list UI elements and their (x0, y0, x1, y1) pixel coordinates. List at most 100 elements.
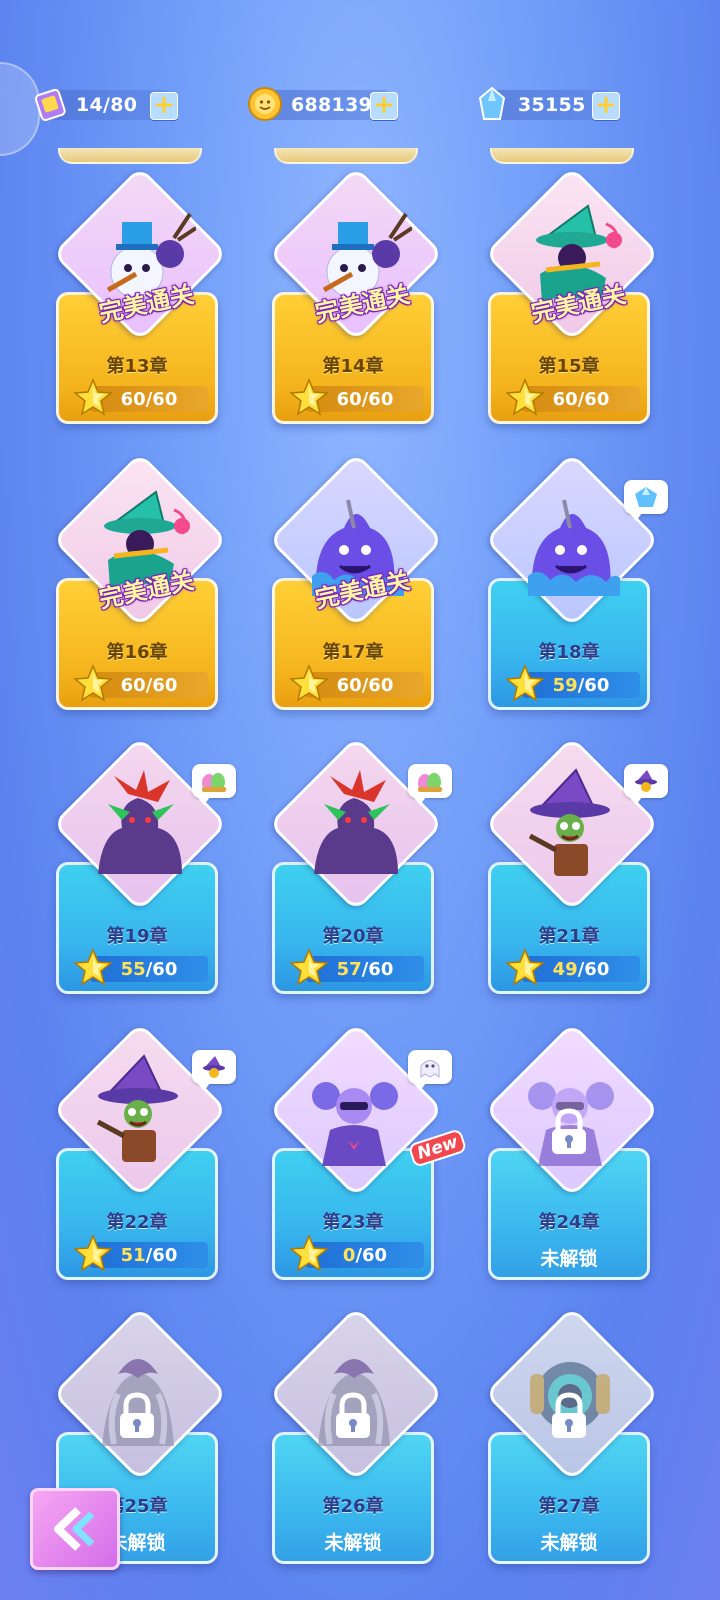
chapter-title: 第26章 (322, 1496, 384, 1517)
chapter-card[interactable]: 第24章未解锁 (484, 1022, 660, 1288)
star-progress: 60/60 (73, 664, 208, 702)
chapter-boss-art (78, 194, 198, 344)
crystal-icon (472, 84, 512, 124)
back-button[interactable] (30, 1488, 120, 1570)
stars-total: /60 (577, 674, 610, 696)
previous-chapter-card[interactable] (490, 148, 634, 164)
chapter-boss-art (78, 1050, 196, 1200)
chapter-title: 第16章 (106, 642, 168, 663)
chapter-card[interactable]: 完美通关 第17章 60/60 (268, 452, 444, 718)
chapter-title: 第22章 (106, 1212, 168, 1233)
stars-earned: 0 (342, 1244, 356, 1266)
add-energy-button[interactable]: + (150, 92, 178, 120)
star-progress: 57/60 (289, 948, 424, 986)
add-coins-button[interactable]: + (370, 92, 398, 120)
star-icon (289, 948, 329, 986)
chapter-title: 第21章 (538, 926, 600, 947)
chapter-title: 第18章 (538, 642, 600, 663)
star-icon (73, 664, 113, 702)
chapter-card[interactable]: 第20章 57/60 (268, 736, 452, 1002)
chapter-boss-art (294, 480, 412, 630)
star-progress: 0/60 (289, 1234, 424, 1272)
stars-total: /60 (361, 388, 394, 410)
chapter-card[interactable]: 第26章未解锁 (268, 1306, 444, 1572)
stars-total: /60 (361, 958, 394, 980)
coin-counter: 688139 + (248, 87, 398, 121)
add-gems-button[interactable]: + (592, 92, 620, 120)
stars-total: /60 (355, 1244, 388, 1266)
stars-earned: 55 (120, 958, 146, 980)
stars-earned: 59 (552, 674, 578, 696)
reward-bubble[interactable] (192, 1050, 236, 1091)
star-progress: 60/60 (505, 378, 640, 416)
chapter-card[interactable]: 第22章 51/60 (52, 1022, 236, 1288)
lock-icon (332, 1392, 374, 1440)
lock-icon (548, 1392, 590, 1440)
chapter-title: 第20章 (322, 926, 384, 947)
chapter-title: 第15章 (538, 356, 600, 377)
stars-total: /60 (577, 958, 610, 980)
previous-chapter-card[interactable] (58, 148, 202, 164)
star-progress: 59/60 (505, 664, 640, 702)
reward-bubble[interactable] (624, 480, 668, 521)
star-icon (73, 378, 113, 416)
chapter-card[interactable]: 第21章 49/60 (484, 736, 668, 1002)
chapter-title: 第17章 (322, 642, 384, 663)
locked-status: 未解锁 (324, 1532, 382, 1554)
reward-bubble[interactable] (624, 764, 668, 805)
chapter-title: 第14章 (322, 356, 384, 377)
stars-total: /60 (577, 388, 610, 410)
star-icon (289, 1234, 329, 1272)
chapter-title: 第13章 (106, 356, 168, 377)
locked-status: 未解锁 (540, 1248, 598, 1270)
star-icon (289, 378, 329, 416)
chapter-card[interactable]: 完美通关 第16章 60/60 (52, 452, 228, 718)
star-progress: 60/60 (73, 378, 208, 416)
chapter-card[interactable]: 第19章 55/60 (52, 736, 236, 1002)
previous-chapter-card[interactable] (274, 148, 418, 164)
stars-earned: 60 (120, 674, 146, 696)
energy-counter: 14/80 + (34, 88, 178, 121)
gem-counter: 35155 + (478, 86, 620, 120)
ticket-icon (30, 84, 70, 124)
star-icon (73, 1234, 113, 1272)
chevron-left-icon (54, 1507, 95, 1551)
stars-earned: 60 (336, 388, 362, 410)
coin-icon (245, 84, 285, 124)
chapter-title: 第24章 (538, 1212, 600, 1233)
reward-bubble[interactable] (408, 764, 452, 805)
star-icon (73, 948, 113, 986)
chapter-boss-art (294, 194, 414, 344)
stars-earned: 60 (552, 388, 578, 410)
lock-icon (548, 1108, 590, 1156)
chapter-card[interactable]: 完美通关 第15章 60/60 (484, 166, 660, 432)
star-icon (505, 378, 545, 416)
chapter-card[interactable]: 第27章 未解锁 (484, 1306, 660, 1572)
chapter-card[interactable]: New 第23章 0/60 (268, 1022, 468, 1288)
stars-earned: 60 (120, 388, 146, 410)
stars-total: /60 (361, 674, 394, 696)
star-progress: 51/60 (73, 1234, 208, 1272)
chapter-boss-art (510, 194, 628, 344)
stars-earned: 49 (552, 958, 578, 980)
reward-bubble[interactable] (408, 1050, 452, 1091)
lock-icon (116, 1392, 158, 1440)
chapter-boss-art (78, 764, 196, 914)
chapter-boss-art (294, 764, 412, 914)
star-progress: 49/60 (505, 948, 640, 986)
chapter-card[interactable]: 完美通关 第14章 60/60 (268, 166, 444, 432)
stars-total: /60 (145, 674, 178, 696)
star-progress: 55/60 (73, 948, 208, 986)
chapter-boss-art (78, 480, 196, 630)
star-progress: 60/60 (289, 664, 424, 702)
stars-total: /60 (145, 958, 178, 980)
star-icon (505, 664, 545, 702)
stars-total: /60 (145, 1244, 178, 1266)
chapter-title: 第19章 (106, 926, 168, 947)
chapter-boss-art (510, 764, 628, 914)
reward-bubble[interactable] (192, 764, 236, 805)
stars-total: /60 (145, 388, 178, 410)
locked-status: 未解锁 (540, 1532, 598, 1554)
chapter-card[interactable]: 第18章 59/60 (484, 452, 668, 718)
chapter-card[interactable]: 完美通关 第13章 60/60 (52, 166, 228, 432)
